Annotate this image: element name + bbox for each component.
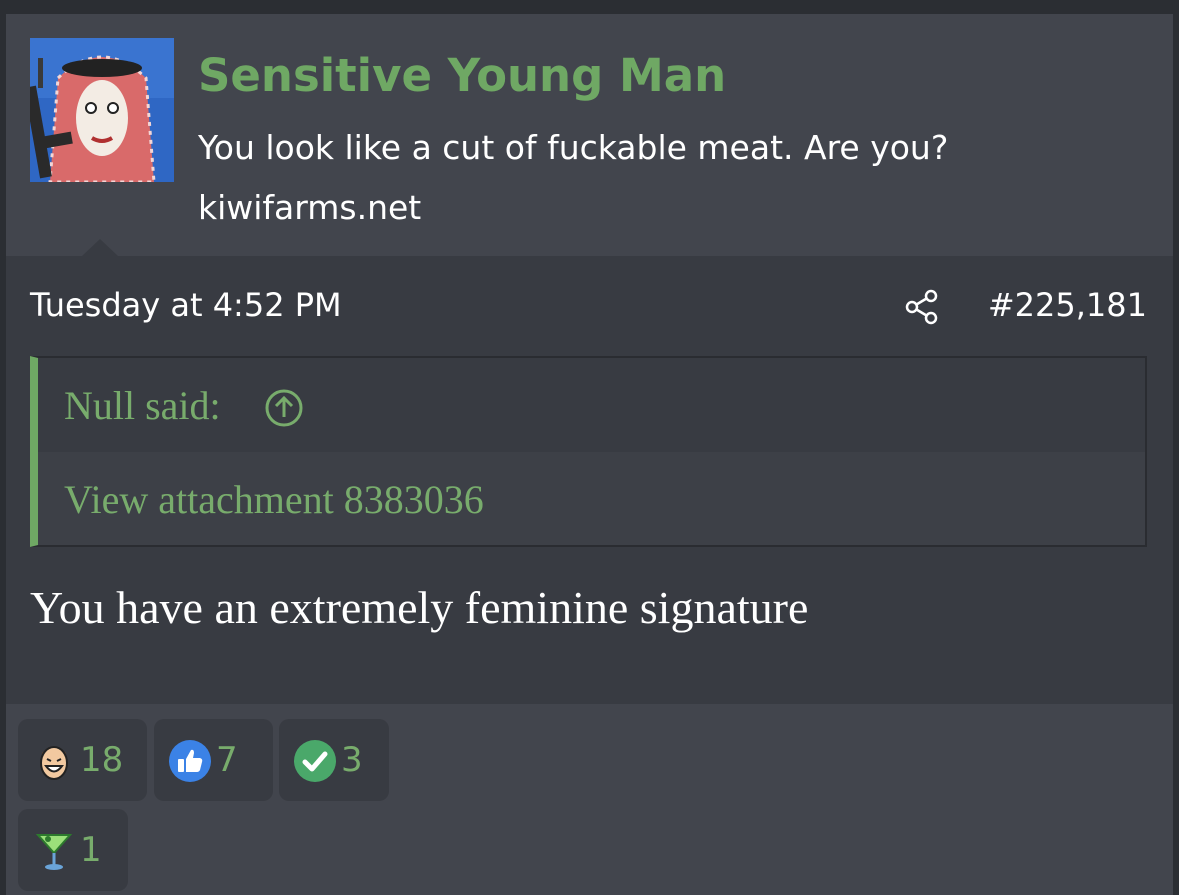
reaction-laughing[interactable]: 18 xyxy=(18,719,147,801)
user-title: You look like a cut of fuckable meat. Ar… xyxy=(198,128,949,167)
view-attachment-link[interactable]: View attachment 8383036 xyxy=(64,476,484,524)
user-header: Sensitive Young Man You look like a cut … xyxy=(6,14,1173,256)
cocktail-glass-icon xyxy=(35,834,73,870)
quote-header: Null said: xyxy=(38,358,1145,452)
reaction-count: 7 xyxy=(216,740,238,780)
reaction-thumbs-up[interactable]: 7 xyxy=(154,719,273,801)
post-container: Sensitive Young Man You look like a cut … xyxy=(6,14,1173,895)
username[interactable]: Sensitive Young Man xyxy=(198,46,726,106)
reaction-count: 1 xyxy=(80,830,102,870)
post-body: You have an extremely feminine signature xyxy=(30,582,809,633)
reaction-cocktail[interactable]: 1 xyxy=(18,809,128,891)
post-number-link[interactable]: #225,181 xyxy=(988,282,1147,328)
reactions-bar: 18 7 3 1 xyxy=(6,704,1173,895)
header-caret xyxy=(82,239,118,256)
laughing-face-icon xyxy=(40,746,68,780)
avatar[interactable] xyxy=(30,38,174,182)
reaction-count: 3 xyxy=(341,740,363,780)
check-mark-icon xyxy=(294,740,336,782)
share-icon[interactable] xyxy=(902,287,942,327)
thumbs-up-icon xyxy=(169,740,211,782)
reaction-count: 18 xyxy=(80,740,124,780)
quote-block: Null said: View attachment 8383036 xyxy=(30,356,1147,547)
quote-author-link[interactable]: Null said: xyxy=(64,382,221,430)
post-date[interactable]: Tuesday at 4:52 PM xyxy=(30,282,342,328)
arrow-up-circle-icon[interactable] xyxy=(264,388,304,428)
user-site: kiwifarms.net xyxy=(198,188,422,227)
reaction-agree[interactable]: 3 xyxy=(279,719,389,801)
